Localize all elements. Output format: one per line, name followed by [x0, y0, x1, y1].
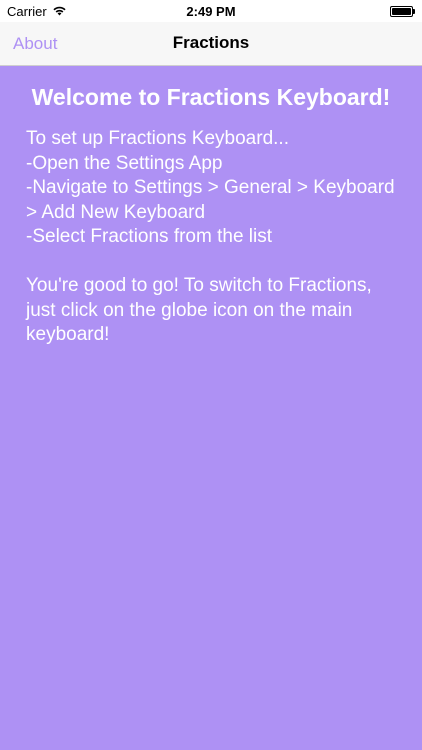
battery-tip	[413, 9, 415, 14]
instruction-line: -Select Fractions from the list	[26, 226, 273, 247]
instruction-line: To set up Fractions Keyboard...	[26, 128, 289, 149]
instruction-line: -Open the Settings App	[26, 152, 223, 174]
closing-text: You're good to go! To switch to Fraction…	[26, 275, 372, 345]
battery-icon	[390, 6, 415, 17]
welcome-heading: Welcome to Fractions Keyboard!	[31, 84, 391, 110]
navigation-bar: About Fractions	[0, 22, 422, 66]
main-content: Welcome to Fractions Keyboard! To set up…	[0, 66, 422, 750]
app-screen: Carrier 2:49 PM About Fractions Welcome …	[0, 0, 422, 750]
page-title: Fractions	[172, 33, 250, 52]
instruction-line: -Navigate to Settings > General > Keyboa…	[26, 177, 395, 223]
status-bar: Carrier 2:49 PM	[0, 0, 422, 22]
battery-fill	[392, 8, 411, 15]
instructions-text: To set up Fractions Keyboard... -Open th…	[26, 127, 406, 348]
status-time: 2:49 PM	[186, 4, 236, 19]
